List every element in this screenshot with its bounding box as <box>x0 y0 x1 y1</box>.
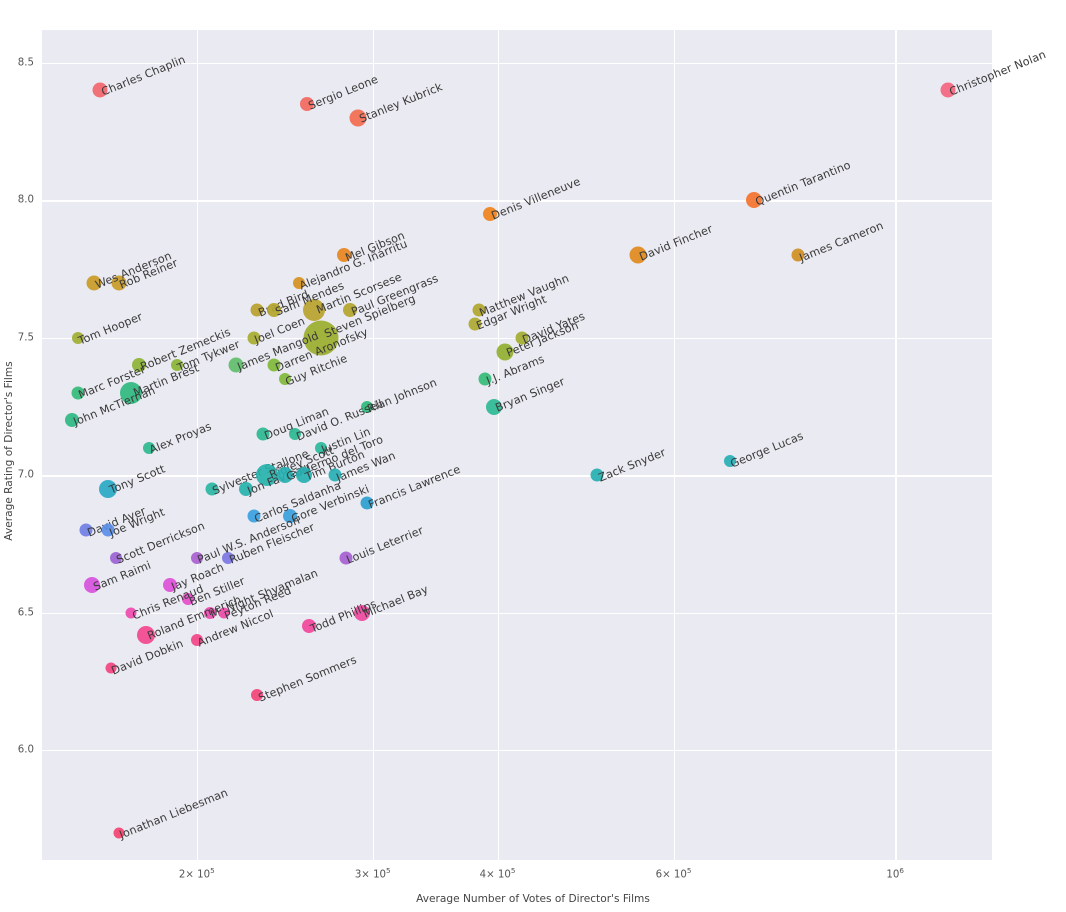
x-axis-tick-label: 4× 105 <box>479 866 516 881</box>
y-axis-label: Average Rating of Director's Films <box>3 361 15 541</box>
scatter-chart-figure: Charles Chaplin Sergio Leone Stanley Kubri… <box>0 0 1066 912</box>
x-axis-label: Average Number of Votes of Director's Fi… <box>416 893 650 905</box>
x-axis-tick-label: 3× 105 <box>354 866 391 881</box>
x-axis-tick-label: 106 <box>886 866 904 881</box>
x-axis-tick-label: 2× 105 <box>178 866 215 881</box>
axis-tick-layer: 6.0 6.5 7.0 7.5 8.0 8.5 2× 105 3× 105 4× 105 6× 1… <box>0 0 1066 912</box>
y-axis-tick-label: 8.5 <box>17 57 34 69</box>
x-axis-tick-label: 6× 105 <box>655 866 692 881</box>
